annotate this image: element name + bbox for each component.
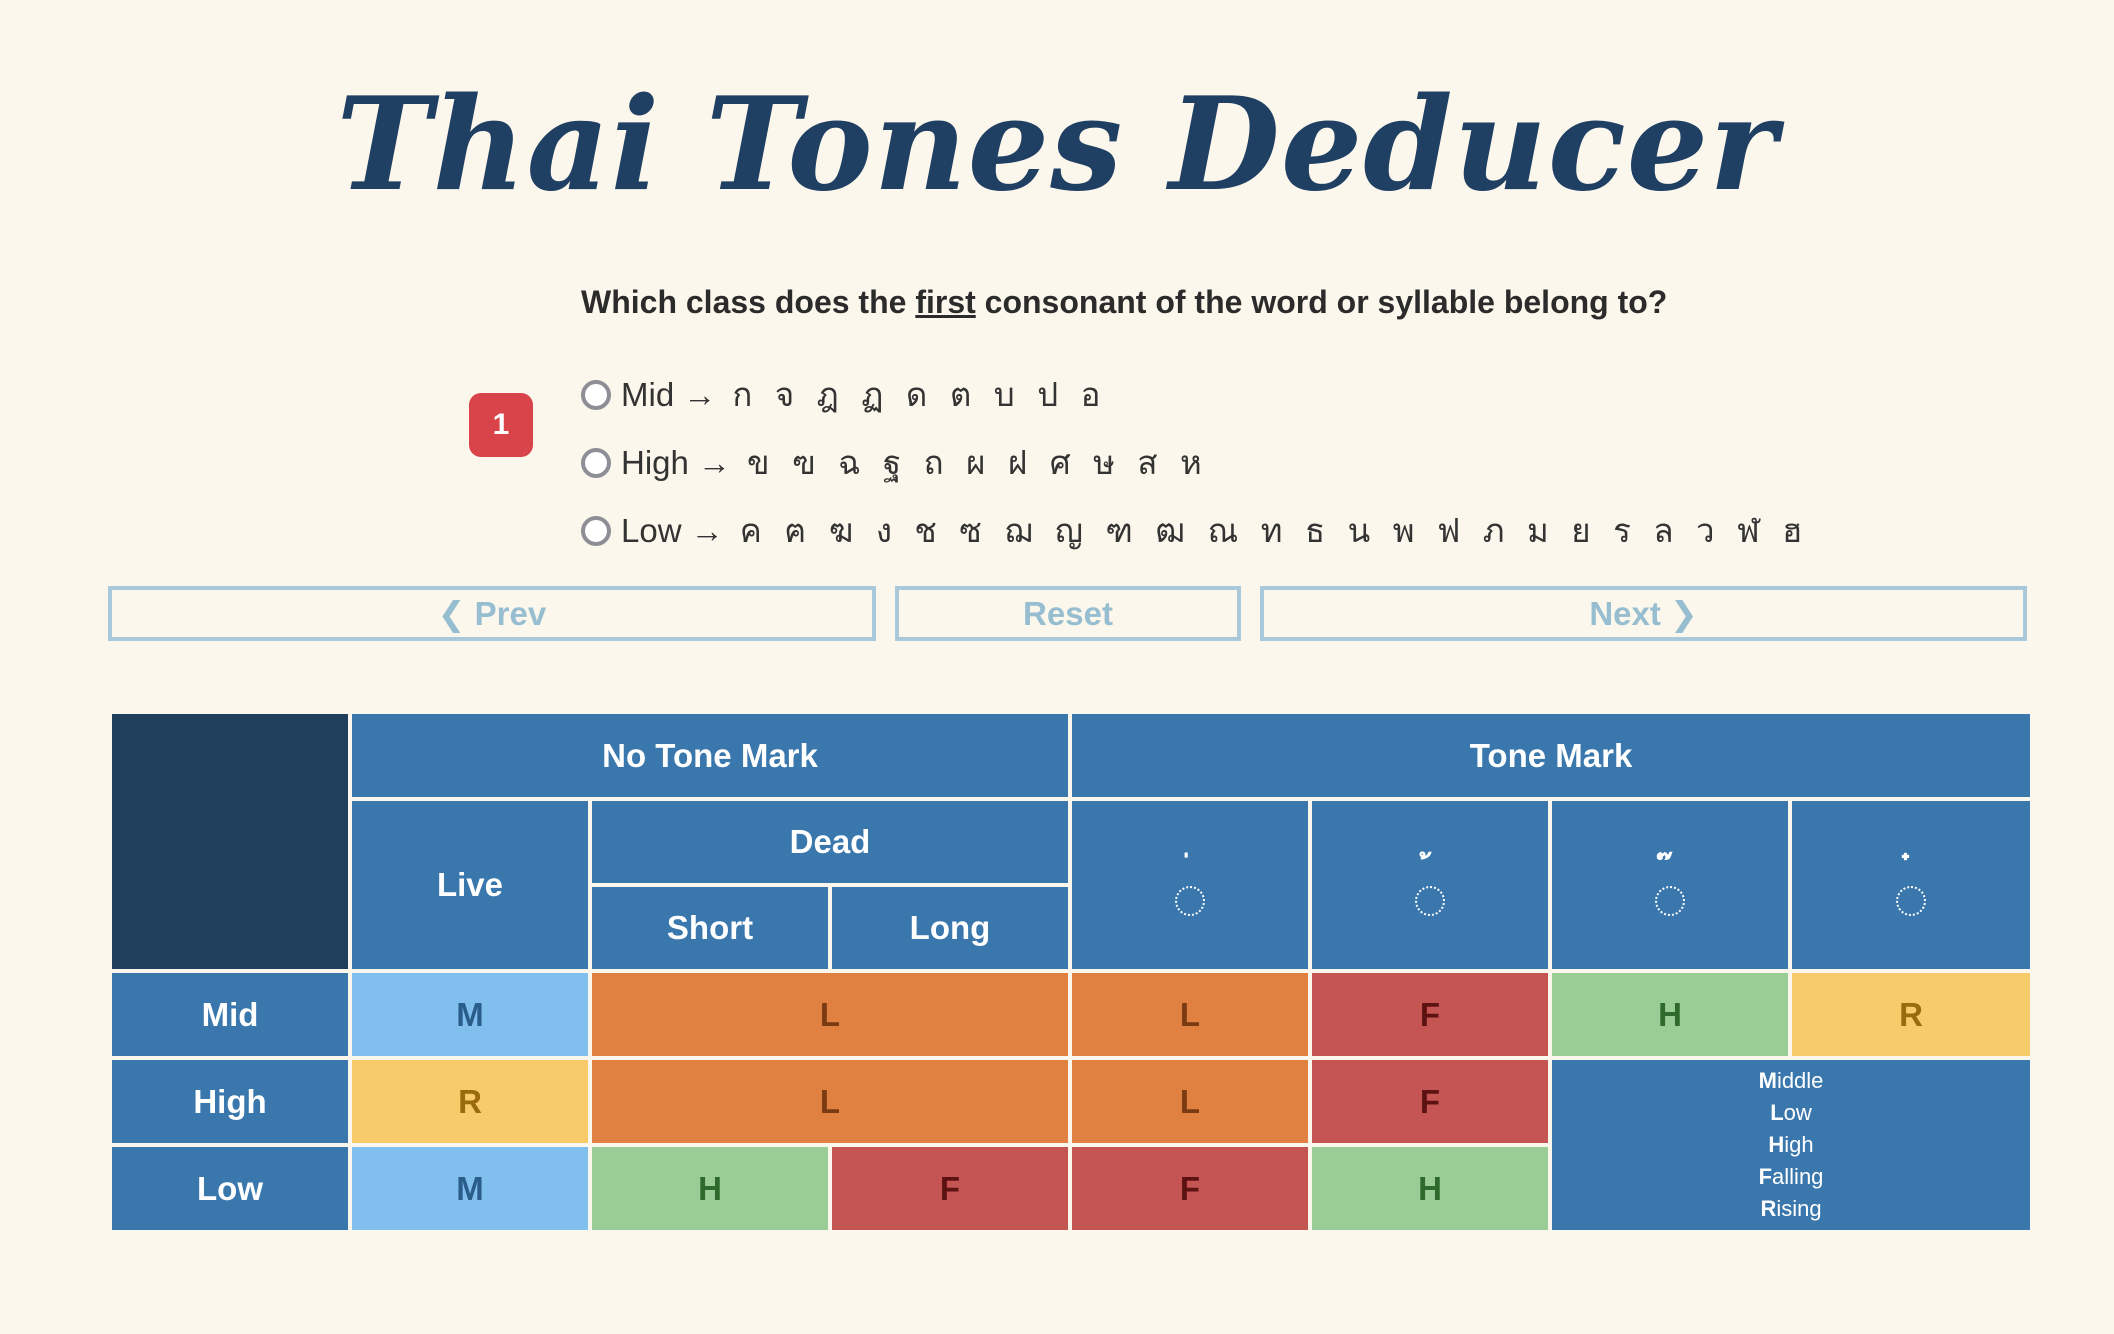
legend-item: Middle <box>1758 1068 1824 1093</box>
option-high[interactable]: High → ข ฃ ฉ ฐ ถ ผ ฝ ศ ษ ส ห <box>581 436 1208 489</box>
header-dead: Dead <box>588 797 1072 887</box>
high-dead-cell: L <box>588 1056 1072 1147</box>
header-mai-ek: ่ <box>1068 797 1312 973</box>
question-text: Which class does the first consonant of … <box>581 284 1667 321</box>
header-no-tone-mark: No Tone Mark <box>348 710 1072 801</box>
header-short: Short <box>588 883 832 973</box>
header-tone-mark: Tone Mark <box>1067 710 2035 801</box>
low-mark1-cell: F <box>1068 1143 1312 1234</box>
question-emphasis: first <box>915 284 976 320</box>
dotted-circle-icon <box>1415 886 1445 916</box>
header-long: Long <box>828 883 1072 973</box>
radio-low[interactable] <box>581 515 611 546</box>
mid-mark1-cell: L <box>1068 969 1312 1060</box>
page-title: Thai Tones Deducer <box>336 70 1778 220</box>
table-corner <box>108 710 352 973</box>
option-high-label: High → <box>621 443 732 481</box>
high-mark2-cell: F <box>1308 1056 1552 1147</box>
high-live-cell: R <box>348 1056 592 1147</box>
dotted-circle-icon <box>1175 886 1205 916</box>
low-long-cell: F <box>828 1143 1072 1234</box>
tone-rules-table: No Tone Mark Tone Mark Live Dead ่ ้ ๊ ๋… <box>108 710 2035 1234</box>
option-low-label: Low → <box>621 511 724 549</box>
mid-live-cell: M <box>348 969 592 1060</box>
question-text-end: consonant of the word or syllable belong… <box>975 284 1668 320</box>
dotted-circle-icon <box>1896 886 1927 916</box>
mid-dead-cell: L <box>588 969 1072 1060</box>
low-short-cell: H <box>588 1143 832 1234</box>
legend-item: Low <box>1770 1100 1812 1125</box>
legend-item: High <box>1768 1132 1814 1157</box>
step-badge: 1 <box>469 393 533 457</box>
legend-item: Rising <box>1760 1196 1822 1221</box>
row-label-mid: Mid <box>108 969 352 1060</box>
mid-mark3-cell: H <box>1548 969 1792 1060</box>
tone-legend: Middle Low High Falling Rising <box>1547 1056 2035 1234</box>
option-high-consonants: ข ฃ ฉ ฐ ถ ผ ฝ ศ ษ ส ห <box>747 443 1208 482</box>
mid-mark2-cell: F <box>1308 969 1552 1060</box>
low-live-cell: M <box>348 1143 592 1234</box>
row-label-low: Low <box>108 1143 352 1234</box>
option-mid[interactable]: Mid → ก จ ฎ ฏ ด ต บ ป อ <box>581 368 1106 421</box>
option-low[interactable]: Low → ค ฅ ฆ ง ช ซ ฌ ญ ฑ ฒ ณ ท ธ น พ ฟ ภ … <box>581 504 1808 557</box>
next-button[interactable]: Next ❯ <box>1260 586 2027 641</box>
dotted-circle-icon <box>1655 886 1685 916</box>
prev-button[interactable]: ❮ Prev <box>108 586 876 641</box>
header-mai-tho: ้ <box>1308 797 1552 973</box>
reset-button[interactable]: Reset <box>895 586 1241 641</box>
radio-mid[interactable] <box>581 379 611 410</box>
header-live: Live <box>348 797 592 973</box>
option-mid-consonants: ก จ ฎ ฏ ด ต บ ป อ <box>732 375 1107 414</box>
option-mid-label: Mid → <box>621 375 717 413</box>
radio-high[interactable] <box>581 447 611 478</box>
low-mark2-cell: H <box>1308 1143 1552 1234</box>
mid-mark4-cell: R <box>1787 969 2035 1060</box>
question-text-start: Which class does the <box>581 284 916 320</box>
legend-item: Falling <box>1758 1164 1824 1189</box>
header-mai-chattawa: ๋ <box>1787 797 2035 973</box>
row-label-high: High <box>108 1056 352 1147</box>
high-mark1-cell: L <box>1068 1056 1312 1147</box>
header-mai-tri: ๊ <box>1548 797 1792 973</box>
option-low-consonants: ค ฅ ฆ ง ช ซ ฌ ญ ฑ ฒ ณ ท ธ น พ ฟ ภ ม ย ร … <box>739 511 1809 550</box>
